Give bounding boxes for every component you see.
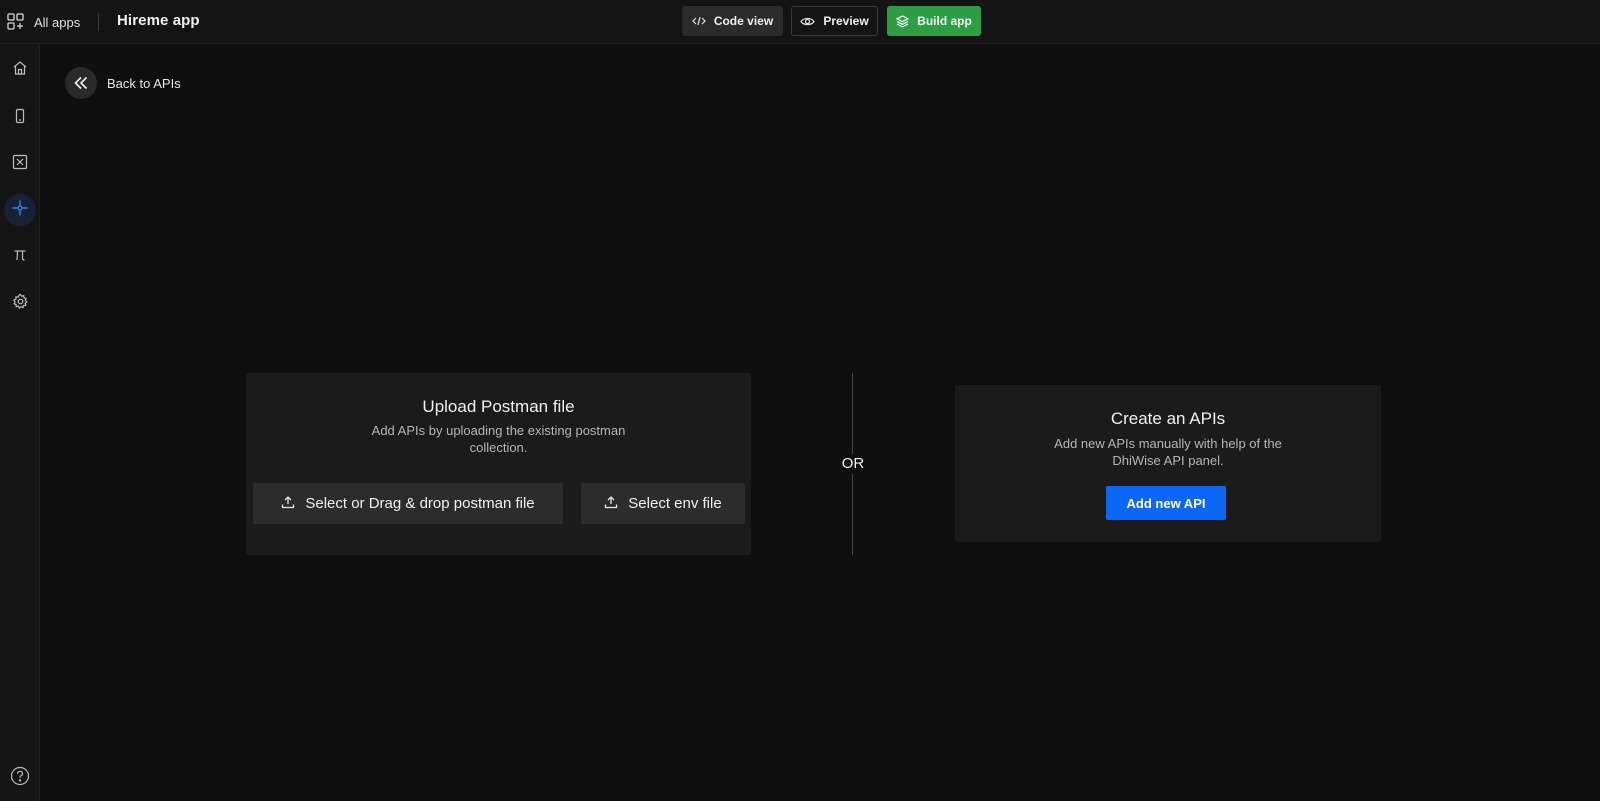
select-postman-file-label: Select or Drag & drop postman file	[305, 495, 535, 512]
app-name: Hireme app	[117, 12, 200, 29]
double-chevron-left-icon	[65, 67, 97, 99]
api-icon	[11, 199, 29, 222]
code-icon	[691, 15, 706, 27]
build-app-button[interactable]: Build app	[887, 6, 981, 36]
select-env-file-button[interactable]: Select env file	[581, 483, 745, 524]
preview-label: Preview	[823, 14, 869, 28]
back-to-apis-link[interactable]: Back to APIs	[65, 67, 181, 99]
sidebar-item-home[interactable]	[4, 54, 36, 86]
sidebar-item-apis[interactable]	[4, 194, 36, 226]
upload-card-description: Add APIs by uploading the existing postm…	[371, 423, 626, 455]
mobile-screen-icon	[12, 108, 28, 129]
settings-icon	[12, 293, 29, 315]
build-app-label: Build app	[917, 14, 972, 28]
or-label: OR	[832, 454, 874, 474]
select-env-file-label: Select env file	[628, 495, 722, 512]
all-apps-label: All apps	[34, 14, 81, 30]
variable-icon	[12, 154, 28, 175]
layers-icon	[896, 14, 910, 28]
apps-grid-icon	[6, 12, 26, 32]
create-card-title: Create an APIs	[1110, 409, 1226, 428]
eye-icon	[800, 16, 816, 27]
upload-icon	[604, 495, 618, 513]
sidebar-item-help[interactable]	[4, 762, 36, 794]
sidebar-item-constants[interactable]	[4, 241, 36, 273]
code-view-label: Code view	[713, 14, 774, 28]
constants-icon	[12, 247, 28, 268]
home-icon	[12, 60, 28, 81]
sidebar-item-screens[interactable]	[4, 102, 36, 134]
upload-card-title: Upload Postman file	[422, 397, 575, 416]
upload-postman-card: Upload Postman file Add APIs by uploadin…	[246, 373, 751, 555]
upload-icon	[281, 495, 295, 513]
select-postman-file-button[interactable]: Select or Drag & drop postman file	[253, 483, 563, 524]
preview-button[interactable]: Preview	[791, 6, 878, 36]
help-icon	[10, 766, 30, 791]
create-card-description: Add new APIs manually with help of the D…	[1054, 436, 1282, 468]
header-divider	[98, 13, 99, 31]
code-view-button[interactable]: Code view	[682, 6, 783, 36]
sidebar-item-variables[interactable]	[4, 148, 36, 180]
create-api-card: Create an APIs Add new APIs manually wit…	[955, 385, 1381, 542]
top-bar: All apps Hireme app Code view Preview Bu…	[0, 0, 1600, 44]
left-sidebar	[0, 44, 40, 801]
back-to-apis-label: Back to APIs	[107, 75, 181, 91]
sidebar-item-settings[interactable]	[4, 288, 36, 320]
add-new-api-button[interactable]: Add new API	[1106, 486, 1226, 520]
all-apps-button[interactable]: All apps	[6, 11, 80, 33]
